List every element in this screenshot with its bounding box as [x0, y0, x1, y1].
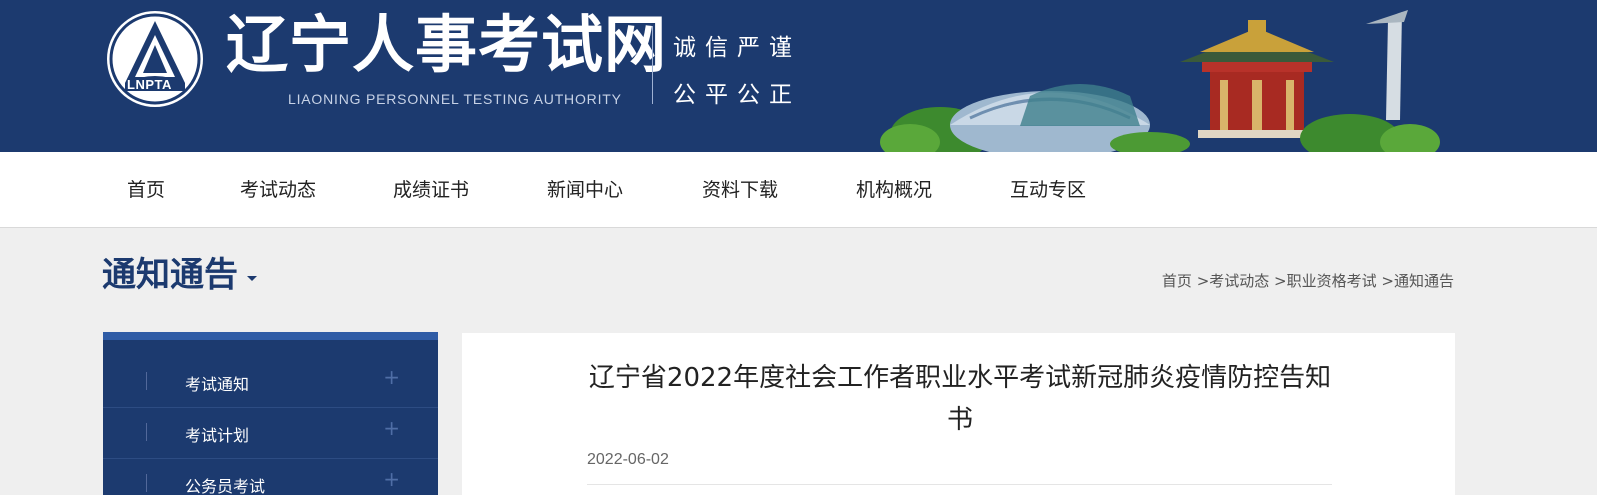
- nav-item-downloads[interactable]: 资料下载: [702, 152, 778, 228]
- plus-icon[interactable]: +: [383, 418, 400, 438]
- breadcrumb: 首页 >考试动态 >职业资格考试 >通知通告: [1162, 270, 1454, 291]
- logo-emblem-icon: [109, 13, 201, 105]
- breadcrumb-separator: >: [1191, 272, 1210, 290]
- nav-item-news-center[interactable]: 新闻中心: [547, 152, 623, 228]
- banner-landmarks-illustration: [880, 10, 1440, 152]
- article-divider: [587, 484, 1332, 485]
- breadcrumb-separator: >: [1376, 272, 1394, 290]
- site-header: LNPTA 辽宁人事考试网 LIAONING PERSONNEL TESTING…: [0, 0, 1597, 152]
- sidebar-menu: 考试通知 + 考试计划 + 公务员考试 +: [103, 332, 438, 495]
- article-panel: 辽宁省2022年度社会工作者职业水平考试新冠肺炎疫情防控告知书 2022-06-…: [462, 333, 1455, 495]
- sidebar-item-marker: [146, 474, 147, 492]
- nav-item-scores-certificates[interactable]: 成绩证书: [393, 152, 469, 228]
- breadcrumb-separator: >: [1269, 272, 1287, 290]
- nav-item-about[interactable]: 机构概况: [856, 152, 932, 228]
- sidebar-item-marker: [146, 372, 147, 390]
- sidebar-item-label: 考试通知: [185, 375, 250, 394]
- nav-item-interaction[interactable]: 互动专区: [1010, 152, 1086, 228]
- main-nav: 首页 考试动态 成绩证书 新闻中心 资料下载 机构概况 互动专区: [0, 152, 1597, 228]
- header-divider: [652, 26, 653, 104]
- nav-item-exam-news[interactable]: 考试动态: [240, 152, 316, 228]
- breadcrumb-professional-qualification[interactable]: 职业资格考试: [1287, 272, 1377, 290]
- page-title: 通知通告: [102, 255, 238, 295]
- breadcrumb-notices[interactable]: 通知通告: [1394, 272, 1454, 290]
- logo-text: LNPTA: [127, 77, 172, 92]
- sidebar-item-label: 公务员考试: [185, 477, 266, 495]
- breadcrumb-home[interactable]: 首页: [1162, 272, 1192, 290]
- breadcrumb-exam-news[interactable]: 考试动态: [1209, 272, 1269, 290]
- slogan-line-1: 诚信严谨: [673, 35, 801, 61]
- sidebar-item-exam-plan[interactable]: 考试计划 +: [103, 408, 438, 459]
- nav-item-home[interactable]: 首页: [127, 152, 165, 228]
- slogan-line-2: 公平公正: [673, 82, 801, 108]
- sidebar-item-marker: [146, 423, 147, 441]
- sidebar-item-label: 考试计划: [185, 426, 250, 445]
- article-title: 辽宁省2022年度社会工作者职业水平考试新冠肺炎疫情防控告知书: [588, 363, 1332, 435]
- article-date: 2022-06-02: [587, 451, 669, 468]
- plus-icon[interactable]: +: [383, 367, 400, 387]
- sidebar-item-exam-notices[interactable]: 考试通知 +: [103, 357, 438, 408]
- sidebar-item-civil-service-exam[interactable]: 公务员考试 +: [103, 459, 438, 495]
- plus-icon[interactable]: +: [383, 469, 400, 489]
- site-logo[interactable]: LNPTA: [107, 11, 203, 107]
- site-subtitle: LIAONING PERSONNEL TESTING AUTHORITY: [288, 91, 622, 107]
- site-title[interactable]: 辽宁人事考试网: [226, 14, 667, 76]
- caret-down-icon[interactable]: [247, 276, 257, 281]
